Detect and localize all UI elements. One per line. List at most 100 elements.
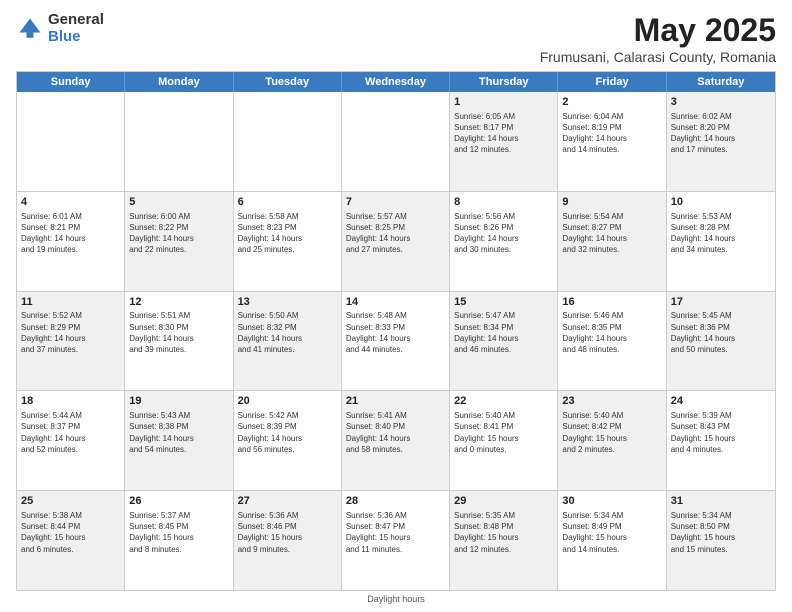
day-cell-1: 1Sunrise: 6:05 AM Sunset: 8:17 PM Daylig…: [450, 92, 558, 191]
calendar-body: 1Sunrise: 6:05 AM Sunset: 8:17 PM Daylig…: [17, 92, 775, 590]
day-cell-21: 21Sunrise: 5:41 AM Sunset: 8:40 PM Dayli…: [342, 391, 450, 490]
logo-general-text: General: [48, 12, 104, 29]
day-cell-13: 13Sunrise: 5:50 AM Sunset: 8:32 PM Dayli…: [234, 292, 342, 391]
day-number: 8: [454, 195, 553, 210]
day-number: 18: [21, 394, 120, 409]
day-info: Sunrise: 5:44 AM Sunset: 8:37 PM Dayligh…: [21, 410, 120, 455]
day-header-saturday: Saturday: [667, 72, 775, 92]
day-cell-17: 17Sunrise: 5:45 AM Sunset: 8:36 PM Dayli…: [667, 292, 775, 391]
logo-icon: [16, 15, 44, 43]
day-info: Sunrise: 5:46 AM Sunset: 8:35 PM Dayligh…: [562, 310, 661, 355]
day-info: Sunrise: 5:34 AM Sunset: 8:50 PM Dayligh…: [671, 510, 771, 555]
calendar-row-2: 4Sunrise: 6:01 AM Sunset: 8:21 PM Daylig…: [17, 191, 775, 291]
day-info: Sunrise: 5:40 AM Sunset: 8:42 PM Dayligh…: [562, 410, 661, 455]
day-cell-18: 18Sunrise: 5:44 AM Sunset: 8:37 PM Dayli…: [17, 391, 125, 490]
day-number: 10: [671, 195, 771, 210]
empty-cell: [125, 92, 233, 191]
day-info: Sunrise: 5:37 AM Sunset: 8:45 PM Dayligh…: [129, 510, 228, 555]
calendar-row-3: 11Sunrise: 5:52 AM Sunset: 8:29 PM Dayli…: [17, 291, 775, 391]
logo-blue-text: Blue: [48, 29, 104, 46]
day-number: 26: [129, 494, 228, 509]
day-number: 16: [562, 295, 661, 310]
day-info: Sunrise: 5:40 AM Sunset: 8:41 PM Dayligh…: [454, 410, 553, 455]
day-number: 31: [671, 494, 771, 509]
day-header-sunday: Sunday: [17, 72, 125, 92]
day-info: Sunrise: 5:39 AM Sunset: 8:43 PM Dayligh…: [671, 410, 771, 455]
day-cell-14: 14Sunrise: 5:48 AM Sunset: 8:33 PM Dayli…: [342, 292, 450, 391]
day-info: Sunrise: 5:58 AM Sunset: 8:23 PM Dayligh…: [238, 211, 337, 256]
day-cell-8: 8Sunrise: 5:56 AM Sunset: 8:26 PM Daylig…: [450, 192, 558, 291]
day-info: Sunrise: 5:57 AM Sunset: 8:25 PM Dayligh…: [346, 211, 445, 256]
day-cell-9: 9Sunrise: 5:54 AM Sunset: 8:27 PM Daylig…: [558, 192, 666, 291]
day-info: Sunrise: 5:53 AM Sunset: 8:28 PM Dayligh…: [671, 211, 771, 256]
calendar-row-1: 1Sunrise: 6:05 AM Sunset: 8:17 PM Daylig…: [17, 92, 775, 191]
day-cell-24: 24Sunrise: 5:39 AM Sunset: 8:43 PM Dayli…: [667, 391, 775, 490]
day-info: Sunrise: 5:56 AM Sunset: 8:26 PM Dayligh…: [454, 211, 553, 256]
day-info: Sunrise: 5:35 AM Sunset: 8:48 PM Dayligh…: [454, 510, 553, 555]
day-cell-19: 19Sunrise: 5:43 AM Sunset: 8:38 PM Dayli…: [125, 391, 233, 490]
day-header-wednesday: Wednesday: [342, 72, 450, 92]
day-info: Sunrise: 5:41 AM Sunset: 8:40 PM Dayligh…: [346, 410, 445, 455]
day-number: 24: [671, 394, 771, 409]
calendar-row-5: 25Sunrise: 5:38 AM Sunset: 8:44 PM Dayli…: [17, 490, 775, 590]
day-number: 22: [454, 394, 553, 409]
footer-note: Daylight hours: [16, 594, 776, 604]
day-info: Sunrise: 5:47 AM Sunset: 8:34 PM Dayligh…: [454, 310, 553, 355]
day-info: Sunrise: 6:05 AM Sunset: 8:17 PM Dayligh…: [454, 111, 553, 156]
day-number: 11: [21, 295, 120, 310]
page: General Blue May 2025 Frumusani, Calaras…: [0, 0, 792, 612]
day-number: 14: [346, 295, 445, 310]
day-number: 25: [21, 494, 120, 509]
calendar-row-4: 18Sunrise: 5:44 AM Sunset: 8:37 PM Dayli…: [17, 390, 775, 490]
day-cell-31: 31Sunrise: 5:34 AM Sunset: 8:50 PM Dayli…: [667, 491, 775, 590]
day-info: Sunrise: 5:51 AM Sunset: 8:30 PM Dayligh…: [129, 310, 228, 355]
day-number: 13: [238, 295, 337, 310]
day-info: Sunrise: 5:43 AM Sunset: 8:38 PM Dayligh…: [129, 410, 228, 455]
day-info: Sunrise: 6:01 AM Sunset: 8:21 PM Dayligh…: [21, 211, 120, 256]
day-info: Sunrise: 6:04 AM Sunset: 8:19 PM Dayligh…: [562, 111, 661, 156]
empty-cell: [17, 92, 125, 191]
day-info: Sunrise: 5:48 AM Sunset: 8:33 PM Dayligh…: [346, 310, 445, 355]
day-info: Sunrise: 5:36 AM Sunset: 8:47 PM Dayligh…: [346, 510, 445, 555]
empty-cell: [234, 92, 342, 191]
day-number: 30: [562, 494, 661, 509]
day-cell-27: 27Sunrise: 5:36 AM Sunset: 8:46 PM Dayli…: [234, 491, 342, 590]
day-number: 15: [454, 295, 553, 310]
day-number: 5: [129, 195, 228, 210]
main-title: May 2025: [540, 12, 776, 49]
day-cell-28: 28Sunrise: 5:36 AM Sunset: 8:47 PM Dayli…: [342, 491, 450, 590]
day-info: Sunrise: 5:42 AM Sunset: 8:39 PM Dayligh…: [238, 410, 337, 455]
day-cell-16: 16Sunrise: 5:46 AM Sunset: 8:35 PM Dayli…: [558, 292, 666, 391]
day-number: 19: [129, 394, 228, 409]
day-number: 29: [454, 494, 553, 509]
day-header-friday: Friday: [558, 72, 666, 92]
subtitle: Frumusani, Calarasi County, Romania: [540, 49, 776, 65]
empty-cell: [342, 92, 450, 191]
day-info: Sunrise: 5:36 AM Sunset: 8:46 PM Dayligh…: [238, 510, 337, 555]
day-info: Sunrise: 6:00 AM Sunset: 8:22 PM Dayligh…: [129, 211, 228, 256]
logo: General Blue: [16, 12, 104, 45]
day-header-tuesday: Tuesday: [234, 72, 342, 92]
day-info: Sunrise: 5:52 AM Sunset: 8:29 PM Dayligh…: [21, 310, 120, 355]
day-number: 4: [21, 195, 120, 210]
day-number: 3: [671, 95, 771, 110]
day-cell-12: 12Sunrise: 5:51 AM Sunset: 8:30 PM Dayli…: [125, 292, 233, 391]
calendar: SundayMondayTuesdayWednesdayThursdayFrid…: [16, 71, 776, 591]
day-info: Sunrise: 5:45 AM Sunset: 8:36 PM Dayligh…: [671, 310, 771, 355]
day-header-thursday: Thursday: [450, 72, 558, 92]
day-number: 17: [671, 295, 771, 310]
day-number: 20: [238, 394, 337, 409]
day-cell-22: 22Sunrise: 5:40 AM Sunset: 8:41 PM Dayli…: [450, 391, 558, 490]
day-info: Sunrise: 5:34 AM Sunset: 8:49 PM Dayligh…: [562, 510, 661, 555]
title-block: May 2025 Frumusani, Calarasi County, Rom…: [540, 12, 776, 65]
day-cell-2: 2Sunrise: 6:04 AM Sunset: 8:19 PM Daylig…: [558, 92, 666, 191]
day-cell-25: 25Sunrise: 5:38 AM Sunset: 8:44 PM Dayli…: [17, 491, 125, 590]
day-number: 27: [238, 494, 337, 509]
day-number: 9: [562, 195, 661, 210]
day-cell-26: 26Sunrise: 5:37 AM Sunset: 8:45 PM Dayli…: [125, 491, 233, 590]
day-cell-15: 15Sunrise: 5:47 AM Sunset: 8:34 PM Dayli…: [450, 292, 558, 391]
day-number: 2: [562, 95, 661, 110]
day-cell-29: 29Sunrise: 5:35 AM Sunset: 8:48 PM Dayli…: [450, 491, 558, 590]
day-cell-23: 23Sunrise: 5:40 AM Sunset: 8:42 PM Dayli…: [558, 391, 666, 490]
day-cell-20: 20Sunrise: 5:42 AM Sunset: 8:39 PM Dayli…: [234, 391, 342, 490]
